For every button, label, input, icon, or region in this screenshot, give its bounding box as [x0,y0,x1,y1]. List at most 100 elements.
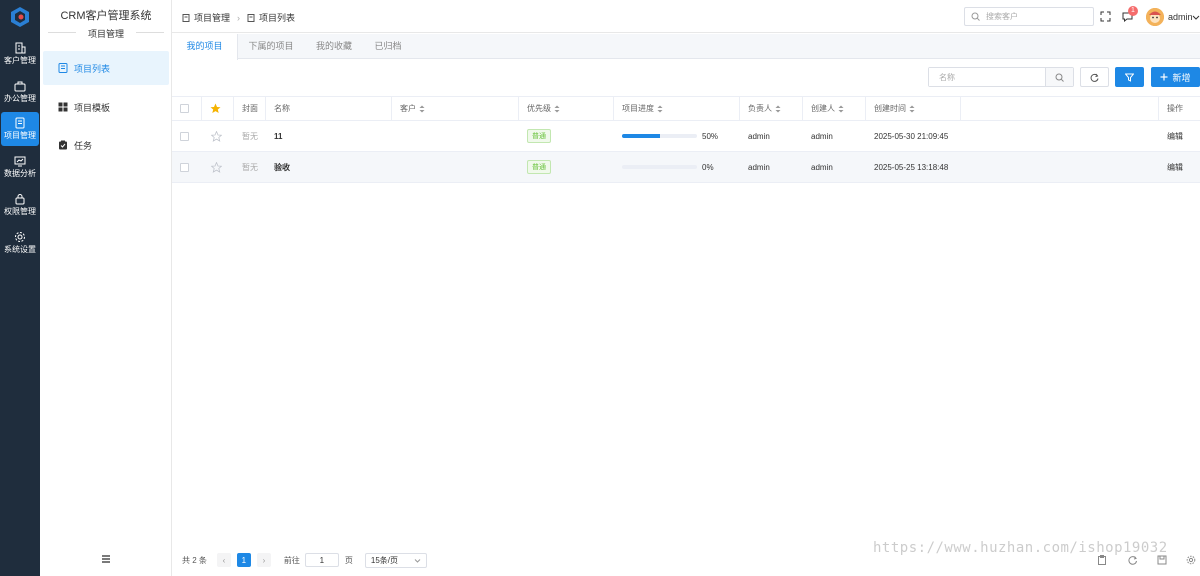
column-cover: 封面 [234,97,266,120]
clipboard-icon[interactable] [1097,555,1107,565]
notification-badge: 1 [1128,6,1138,16]
app-logo-icon [11,7,29,27]
page-unit-label: 页 [344,555,353,565]
next-page-button[interactable]: › [256,553,271,567]
column-creator[interactable]: 创建人 [803,97,866,120]
column-priority[interactable]: 优先级 [519,97,614,120]
rail-item-settings[interactable]: 系统设置 [1,226,39,260]
row-checkbox[interactable] [180,131,189,141]
progress-cell: 50% [614,121,740,151]
table-header: 封面 名称 客户 优先级 项目进度 负责人 创建人 创建时间 操作 [172,96,1200,121]
refresh-button[interactable] [1080,67,1109,87]
document-icon [182,13,190,22]
sort-icon [419,105,425,112]
current-page-button[interactable]: 1 [236,553,251,567]
column-owner-label: 负责人 [748,104,772,113]
row-checkbox[interactable] [180,162,189,172]
user-name[interactable]: admin [1168,12,1193,22]
column-name: 名称 [266,97,392,120]
app-title: CRM客户管理系统 [60,10,152,22]
rail-label: 权限管理 [4,207,36,216]
menu-collapse-icon[interactable] [101,554,111,564]
rail-item-permissions[interactable]: 权限管理 [1,188,39,222]
name-search-input[interactable] [929,68,1045,86]
progress-cell: 0% [614,152,740,182]
rail-item-office[interactable]: 办公管理 [1,75,39,109]
save-icon[interactable] [1157,555,1167,565]
sidebar-item-label: 任务 [74,140,93,151]
search-button[interactable] [1045,68,1073,86]
filter-button[interactable] [1115,67,1144,87]
creator-cell: admin [811,131,833,141]
column-owner[interactable]: 负责人 [740,97,803,120]
name-cell[interactable]: 验收 [266,152,392,182]
rail-label: 客户管理 [4,56,36,65]
refresh-icon[interactable] [1128,555,1138,565]
select-all-checkbox[interactable] [180,104,189,113]
chevron-down-icon[interactable] [1192,13,1200,21]
row-select-cell [172,152,202,182]
progress-fill [622,134,660,138]
customer-cell [392,152,519,182]
breadcrumb-item[interactable]: 项目管理 [194,11,230,24]
fullscreen-icon[interactable] [1100,11,1111,22]
sidebar-item-project-list[interactable]: 项目列表 [43,51,169,85]
goto-page-input[interactable] [304,553,339,567]
column-actions: 操作 [1167,104,1183,113]
sidebar-item-tasks[interactable]: 任务 [43,128,169,162]
grid-icon [58,102,68,112]
column-customer[interactable]: 客户 [392,97,519,120]
rail-label: 数据分析 [4,169,36,178]
customer-cell [392,121,519,151]
column-spacer [961,97,1159,120]
sidebar-item-project-template[interactable]: 项目模板 [43,90,169,124]
owner-cell: admin [748,162,770,172]
briefcase-icon [14,81,26,92]
owner-cell: admin [748,131,770,141]
prev-page-button[interactable]: ‹ [216,553,231,567]
priority-tag: 普通 [527,160,551,174]
edit-link[interactable]: 编辑 [1159,152,1200,182]
page-size-value: 15条/页 [370,555,399,565]
favorite-column [202,97,234,120]
creator-cell: admin [811,162,833,172]
star-outline-icon[interactable] [211,130,222,142]
sidebar-item-label: 项目模板 [74,102,111,113]
progress-label: 50% [702,131,719,141]
row-select-cell [172,121,202,151]
sort-icon [554,105,560,112]
page-size-select[interactable]: 15条/页 [364,552,427,568]
tab-my-favorites[interactable]: 我的收藏 [310,34,358,59]
name-cell[interactable]: 11 [266,121,392,151]
tab-archived[interactable]: 已归档 [368,34,408,59]
chevron-right-icon: › [237,12,241,23]
avatar[interactable] [1146,8,1164,26]
gear-icon [15,232,25,242]
rail-item-projects[interactable]: 项目管理 [1,112,39,146]
secondary-sidebar: CRM客户管理系统 项目管理 项目列表 项目模板 任务 [40,0,172,576]
project-tabs: 我的项目 下属的项目 我的收藏 已归档 [172,34,1200,60]
edit-link[interactable]: 编辑 [1159,121,1200,151]
row-favorite-cell [202,152,234,182]
tab-my-projects[interactable]: 我的项目 [172,34,238,60]
top-header: 项目管理 › 项目列表 1 admin [172,0,1200,33]
column-creator-label: 创建人 [811,104,835,113]
filter-icon [1125,73,1134,82]
main-nav-rail: 客户管理 办公管理 项目管理 数据分析 权限管理 系统设置 [0,0,40,576]
star-outline-icon[interactable] [211,161,222,173]
gear-icon[interactable] [1186,555,1196,565]
column-created-time[interactable]: 创建时间 [866,97,961,120]
sort-icon [838,105,844,112]
tab-subordinate-projects[interactable]: 下属的项目 [243,34,299,59]
add-project-button[interactable]: 新增 [1151,67,1200,87]
column-progress[interactable]: 项目进度 [614,97,740,120]
rail-item-analytics[interactable]: 数据分析 [1,150,39,184]
customer-search-input[interactable] [986,12,1086,21]
search-icon [971,12,980,21]
building-icon [15,42,26,54]
rail-item-customers[interactable]: 客户管理 [1,37,39,71]
document-icon [15,117,25,129]
name-search-box [928,67,1074,87]
priority-cell: 普通 [519,152,614,182]
column-priority-label: 优先级 [527,104,551,113]
